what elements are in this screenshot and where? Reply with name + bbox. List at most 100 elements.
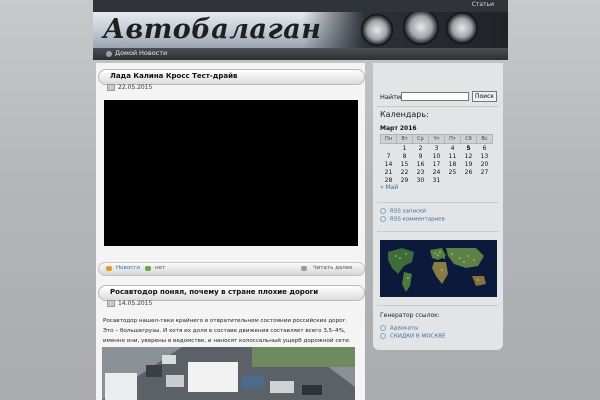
rss-comments-link[interactable]: RSS комментариев (380, 216, 445, 223)
calendar-title: Календарь: (380, 110, 429, 119)
search-button[interactable]: Поиск (472, 91, 497, 102)
calendar-day: 2 (418, 144, 423, 152)
dashboard-image (303, 12, 508, 48)
gauge-icon (403, 12, 439, 45)
sidebar: Найти: Поиск Календарь: Март 2016 Пн Вт … (373, 63, 503, 350)
calendar-day: 17 (432, 160, 441, 168)
post-title[interactable]: Росавтодор понял, почему в стране плохие… (110, 288, 318, 296)
world-map-widget[interactable] (380, 240, 497, 297)
bullet-icon (380, 216, 386, 222)
post-excerpt: Росавтодор нашел-таки крайнего в отврати… (103, 318, 351, 344)
calendar-day: 27 (480, 169, 489, 177)
calendar-week: 21 22 23 24 25 26 27 (381, 169, 493, 177)
read-more-link[interactable]: Читать далее (313, 265, 353, 271)
calendar-day: 8 (402, 152, 407, 160)
search-input[interactable] (401, 92, 469, 101)
world-map-icon (380, 240, 497, 297)
divider (377, 106, 499, 107)
bullet-icon (380, 325, 386, 331)
video-player[interactable] (104, 100, 358, 246)
post-title[interactable]: Лада Калина Кросс Тест-драйв (110, 72, 237, 80)
calendar-day: 29 (400, 177, 409, 185)
post-date: 22.05.2015 (107, 84, 152, 91)
post-date: 14.05.2015 (107, 300, 152, 307)
calendar-day: 30 (416, 177, 425, 185)
calendar-day (445, 177, 461, 185)
folder-icon (106, 266, 112, 271)
calendar-day: 25 (448, 169, 457, 177)
calendar-day: 14 (384, 160, 393, 168)
calendar-day (381, 144, 397, 153)
calendar-day: 23 (416, 169, 425, 177)
traffic-photo (102, 347, 355, 400)
calendar-month: Март 2016 (380, 125, 417, 132)
page-wrapper: Статьи Автобалаган Домой Новости Лада Ка… (93, 0, 508, 400)
link-generator-title: Генератор ссылок: (380, 312, 440, 319)
calendar-day: 24 (432, 169, 441, 177)
calendar-day: 26 (464, 169, 473, 177)
calendar-day: 15 (400, 160, 409, 168)
main-nav: Домой Новости (93, 48, 508, 60)
divider (377, 231, 499, 232)
rss-posts-link[interactable]: RSS записей (380, 208, 426, 215)
calendar-day: 1 (402, 144, 407, 152)
calendar-table: Пн Вт Ср Чт Пт Сб Вс 1 2 3 4 5 6 7 8 9 1… (380, 134, 493, 185)
site-banner: Автобалаган (93, 12, 508, 48)
calendar-day: 20 (480, 160, 489, 168)
post-image (102, 347, 355, 400)
calendar-week: 7 8 9 10 11 12 13 (381, 152, 493, 160)
divider (377, 305, 499, 306)
calendar-day: 7 (386, 152, 391, 160)
bullet-icon (380, 333, 386, 339)
calendar-day: 16 (416, 160, 425, 168)
calendar-day: 21 (384, 169, 393, 177)
weekday: Вс (476, 134, 493, 144)
calendar-day-today[interactable]: 5 (461, 144, 477, 153)
link-item-lawyers[interactable]: Адвокаты (380, 325, 418, 332)
bullet-icon (380, 208, 386, 214)
calendar-day: 3 (434, 144, 439, 152)
calendar-day: 19 (464, 160, 473, 168)
post-category-link[interactable]: Новости (116, 265, 140, 271)
calendar-weekdays: Пн Вт Ср Чт Пт Сб Вс (380, 134, 493, 144)
calendar-day (477, 177, 493, 185)
calendar-day: 31 (432, 177, 441, 185)
post-title-bar: Росавтодор понял, почему в стране плохие… (98, 285, 365, 301)
calendar-day: 9 (418, 152, 423, 160)
calendar-day: 22 (400, 169, 409, 177)
calendar-icon (107, 300, 115, 307)
search-label: Найти: (380, 93, 404, 101)
calendar-day: 12 (464, 152, 473, 160)
main-content: Лада Калина Кросс Тест-драйв 22.05.2015 … (96, 63, 365, 400)
weekday: Чт (428, 134, 445, 144)
post-title-bar: Лада Калина Кросс Тест-драйв (98, 69, 365, 85)
nav-item-home[interactable]: Домой (115, 49, 137, 57)
weekday: Пн (380, 134, 397, 144)
gauge-icon (361, 14, 393, 46)
calendar-icon (107, 84, 115, 91)
arrow-right-icon (301, 266, 307, 271)
divider (377, 202, 499, 203)
nav-item-news[interactable]: Новости (139, 49, 167, 57)
home-icon (106, 51, 112, 57)
calendar-day: 6 (482, 144, 487, 152)
calendar-prev-link[interactable]: « Май (380, 184, 398, 191)
site-title[interactable]: Автобалаган (103, 14, 321, 45)
calendar-week: 14 15 16 17 18 19 20 (381, 160, 493, 168)
post-meta-bar: Новости нет Читать далее (98, 262, 365, 276)
calendar-week: 1 2 3 4 5 6 (381, 144, 493, 153)
weekday: Вт (396, 134, 413, 144)
tag-icon (145, 266, 151, 271)
weekday: Пт (444, 134, 461, 144)
calendar-day: 18 (448, 160, 457, 168)
post-tags: нет (155, 265, 166, 271)
link-item-discounts[interactable]: СКИДКИ В МОСКВЕ (380, 333, 446, 340)
top-link-articles[interactable]: Статьи (472, 1, 494, 8)
calendar-day (461, 177, 477, 185)
weekday: Ср (412, 134, 429, 144)
weekday: Сб (460, 134, 477, 144)
top-bar: Статьи (93, 0, 508, 12)
calendar-day: 10 (432, 152, 441, 160)
calendar-day: 11 (448, 152, 457, 160)
calendar-day: 13 (480, 152, 489, 160)
